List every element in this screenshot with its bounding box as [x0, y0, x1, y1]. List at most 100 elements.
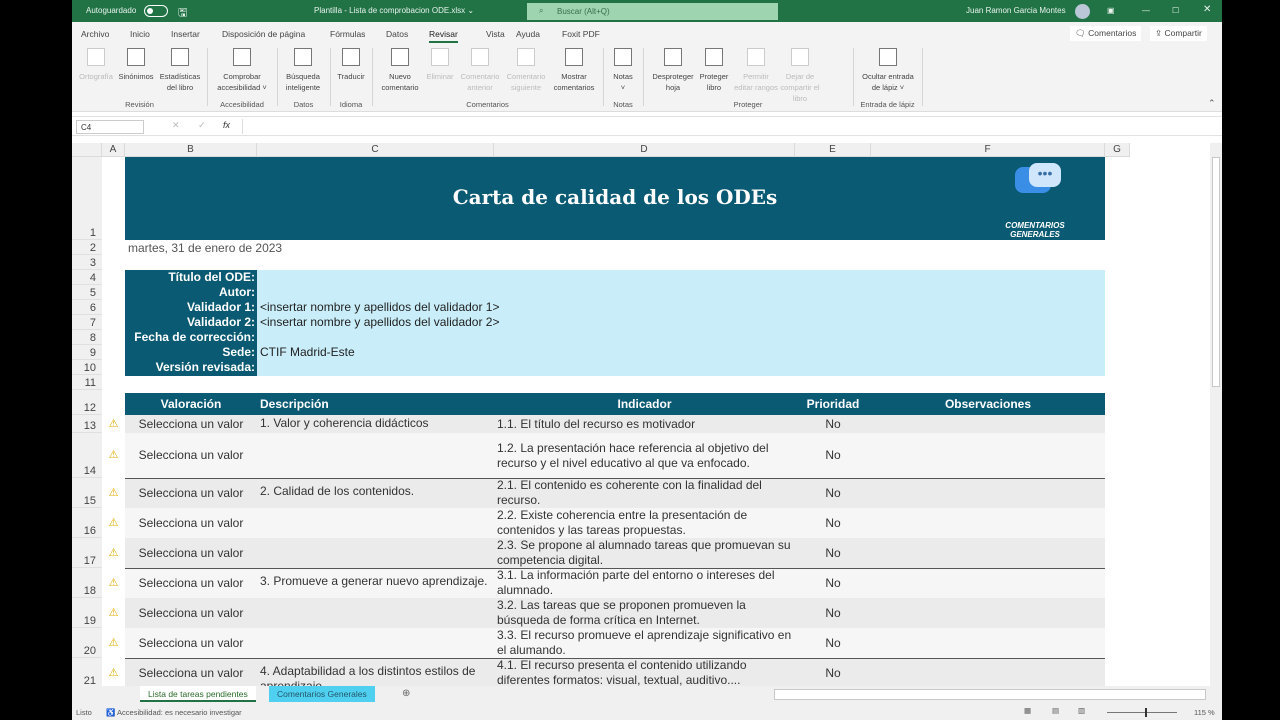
- indicador-cell[interactable]: 2.2. Existe coherencia entre la presenta…: [494, 508, 795, 538]
- avatar[interactable]: [1075, 4, 1090, 19]
- column-header-D[interactable]: D: [494, 143, 795, 157]
- descripcion-cell[interactable]: 1. Valor y coherencia didácticos: [257, 415, 494, 433]
- horizontal-scrollbar[interactable]: [774, 689, 1206, 700]
- row-header-11[interactable]: 11: [72, 375, 102, 390]
- autosave-toggle[interactable]: [144, 5, 168, 17]
- select-all-corner[interactable]: [72, 143, 102, 157]
- valoracion-dropdown[interactable]: Selecciona un valor: [125, 433, 257, 478]
- share-button[interactable]: ⇪ Compartir: [1150, 26, 1207, 41]
- prioridad-cell[interactable]: No: [795, 598, 871, 628]
- descripcion-cell[interactable]: [257, 508, 494, 538]
- row-header-4[interactable]: 4: [72, 270, 102, 285]
- cancel-icon[interactable]: ✕: [172, 120, 180, 131]
- descripcion-cell[interactable]: 2. Calidad de los contenidos.: [257, 478, 494, 508]
- row-header-13[interactable]: 13: [72, 415, 102, 433]
- page-break-icon[interactable]: ▥: [1078, 706, 1085, 715]
- ribbon-button-11[interactable]: Notas ˅: [597, 48, 649, 93]
- tab-ayuda[interactable]: Ayuda: [516, 29, 540, 39]
- user-name[interactable]: Juan Ramon Garcia Montes: [966, 6, 1066, 15]
- row-header-6[interactable]: 6: [72, 300, 102, 315]
- tab-vista[interactable]: Vista: [486, 29, 505, 39]
- observaciones-cell[interactable]: [871, 433, 1105, 478]
- field-value[interactable]: [257, 285, 1105, 300]
- row-header-3[interactable]: 3: [72, 255, 102, 270]
- descripcion-cell[interactable]: [257, 538, 494, 568]
- collapse-ribbon-icon[interactable]: ⌃: [1208, 98, 1216, 109]
- valoracion-dropdown[interactable]: Selecciona un valor: [125, 628, 257, 658]
- field-value[interactable]: CTIF Madrid-Este: [257, 345, 1105, 360]
- observaciones-cell[interactable]: [871, 568, 1105, 598]
- ribbon-display-icon[interactable]: ▣: [1107, 6, 1115, 15]
- observaciones-cell[interactable]: [871, 415, 1105, 433]
- observaciones-cell[interactable]: [871, 508, 1105, 538]
- row-header-5[interactable]: 5: [72, 285, 102, 300]
- file-name[interactable]: Plantilla - Lista de comprobacion ODE.xl…: [314, 6, 474, 15]
- valoracion-dropdown[interactable]: Selecciona un valor: [125, 478, 257, 508]
- observaciones-cell[interactable]: [871, 658, 1105, 688]
- row-header-17[interactable]: 17: [72, 538, 102, 568]
- page-layout-icon[interactable]: ▤: [1052, 706, 1059, 715]
- tab-archivo[interactable]: Archivo: [81, 29, 109, 39]
- indicador-cell[interactable]: 2.3. Se propone al alumnado tareas que p…: [494, 538, 795, 568]
- observaciones-cell[interactable]: [871, 628, 1105, 658]
- descripcion-cell[interactable]: 4. Adaptabilidad a los distintos estilos…: [257, 658, 494, 693]
- minimize-icon[interactable]: —: [1142, 6, 1150, 15]
- row-header-2[interactable]: 2: [72, 240, 102, 255]
- tab-foxit-pdf[interactable]: Foxit PDF: [562, 29, 600, 39]
- indicador-cell[interactable]: 3.2. Las tareas que se proponen promueve…: [494, 598, 795, 628]
- field-value[interactable]: [257, 270, 1105, 285]
- tab-insertar[interactable]: Insertar: [171, 29, 200, 39]
- enter-icon[interactable]: ✓: [198, 120, 206, 131]
- prioridad-cell[interactable]: No: [795, 478, 871, 508]
- vertical-scrollbar[interactable]: [1210, 143, 1222, 686]
- valoracion-dropdown[interactable]: Selecciona un valor: [125, 508, 257, 538]
- observaciones-cell[interactable]: [871, 598, 1105, 628]
- row-header-18[interactable]: 18: [72, 568, 102, 598]
- tab-inicio[interactable]: Inicio: [130, 29, 150, 39]
- column-header-E[interactable]: E: [795, 143, 871, 157]
- restore-icon[interactable]: ☐: [1172, 6, 1179, 15]
- observaciones-cell[interactable]: [871, 478, 1105, 508]
- zoom-level[interactable]: 115 %: [1194, 708, 1215, 717]
- column-header-A[interactable]: A: [102, 143, 125, 157]
- tab-disposici-n-de-p-gina[interactable]: Disposición de página: [222, 29, 305, 39]
- row-header-1[interactable]: 1: [72, 157, 102, 240]
- tab-datos[interactable]: Datos: [386, 29, 408, 39]
- row-header-19[interactable]: 19: [72, 598, 102, 628]
- column-header-F[interactable]: F: [871, 143, 1105, 157]
- column-header-G[interactable]: G: [1105, 143, 1130, 157]
- ribbon-button-5[interactable]: Traducir: [325, 48, 377, 82]
- valoracion-dropdown[interactable]: Selecciona un valor: [125, 658, 257, 688]
- row-header-15[interactable]: 15: [72, 478, 102, 508]
- indicador-cell[interactable]: 3.1. La información parte del entorno o …: [494, 568, 795, 598]
- accessibility-status[interactable]: ♿ Accesibilidad: es necesario investigar: [106, 708, 242, 717]
- zoom-slider[interactable]: [1107, 708, 1177, 717]
- row-header-16[interactable]: 16: [72, 508, 102, 538]
- prioridad-cell[interactable]: No: [795, 538, 871, 568]
- save-icon[interactable]: 🖫: [178, 4, 187, 23]
- row-header-14[interactable]: 14: [72, 433, 102, 478]
- ribbon-button-16[interactable]: Ocultar entrada de lápiz ˅: [862, 48, 914, 93]
- field-value[interactable]: <insertar nombre y apellidos del validad…: [257, 315, 1105, 330]
- column-header-B[interactable]: B: [125, 143, 257, 157]
- observaciones-cell[interactable]: [871, 538, 1105, 568]
- descripcion-cell[interactable]: 3. Promueve a generar nuevo aprendizaje.: [257, 568, 494, 598]
- indicador-cell[interactable]: 1.1. El título del recurso es motivador: [494, 415, 795, 433]
- prioridad-cell[interactable]: No: [795, 433, 871, 478]
- name-box[interactable]: C4: [76, 120, 144, 134]
- indicador-cell[interactable]: 2.1. El contenido es coherente con la fi…: [494, 478, 795, 508]
- ribbon-button-4[interactable]: Búsqueda inteligente: [277, 48, 329, 93]
- descripcion-cell[interactable]: [257, 598, 494, 628]
- date-cell[interactable]: martes, 31 de enero de 2023: [125, 241, 282, 256]
- sheet-tab-lista-tareas[interactable]: Lista de tareas pendientes: [140, 686, 256, 702]
- row-header-10[interactable]: 10: [72, 360, 102, 375]
- row-header-8[interactable]: 8: [72, 330, 102, 345]
- descripcion-cell[interactable]: [257, 628, 494, 658]
- row-header-21[interactable]: 21: [72, 658, 102, 688]
- formula-input[interactable]: [242, 119, 1217, 134]
- insert-function-button[interactable]: fx: [223, 120, 230, 130]
- normal-view-icon[interactable]: ▦: [1024, 706, 1031, 715]
- comments-button[interactable]: 🗨 Comentarios: [1070, 26, 1142, 41]
- row-header-20[interactable]: 20: [72, 628, 102, 658]
- field-value[interactable]: [257, 360, 1105, 375]
